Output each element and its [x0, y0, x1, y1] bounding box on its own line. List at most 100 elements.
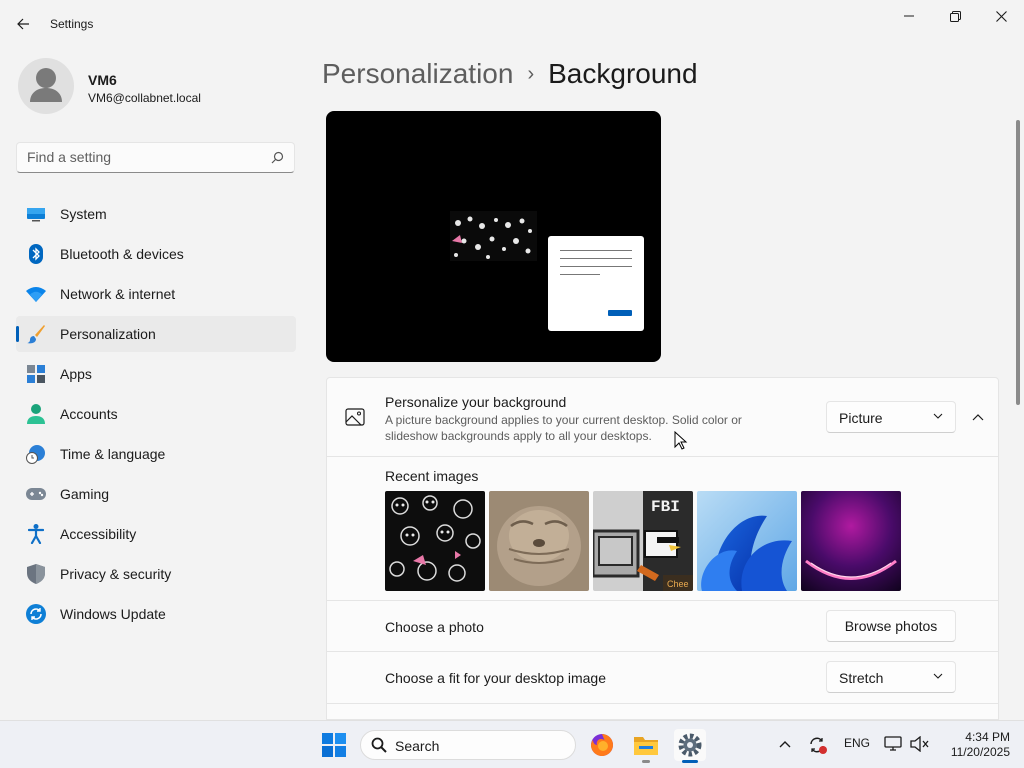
wallpaper-preview: [450, 211, 537, 261]
recent-image-5[interactable]: [801, 491, 901, 591]
start-button[interactable]: [318, 729, 350, 761]
sidebar-item-windows-update[interactable]: Windows Update: [16, 596, 296, 632]
sidebar-item-privacy-security[interactable]: Privacy & security: [16, 556, 296, 592]
sidebar-item-gaming[interactable]: Gaming: [16, 476, 296, 512]
recent-image-4[interactable]: [697, 491, 797, 591]
system-icon: [26, 204, 46, 224]
sidebar-item-time-language[interactable]: Time & language: [16, 436, 296, 472]
bluetooth-icon: [26, 244, 46, 264]
windows-logo-icon: [322, 733, 346, 757]
user-email: VM6@collabnet.local: [88, 91, 201, 105]
recent-images-section: Recent images FBI Chee: [326, 457, 999, 601]
sidebar-item-label: Apps: [60, 366, 92, 382]
sidebar-item-label: Accounts: [60, 406, 118, 422]
recent-image-3[interactable]: FBI Chee: [593, 491, 693, 591]
search-input[interactable]: [27, 149, 267, 165]
restore-button[interactable]: [932, 0, 978, 32]
scrollbar-thumb[interactable]: [1016, 120, 1020, 405]
picture-icon: [345, 408, 365, 426]
gamepad-icon: [26, 484, 46, 504]
desktop-preview: [326, 111, 661, 362]
shield-icon: [26, 564, 46, 584]
brush-icon: [26, 324, 46, 344]
chevron-down-icon: [933, 413, 943, 419]
recent-image-2[interactable]: [489, 491, 589, 591]
fit-value: Stretch: [839, 670, 884, 686]
sidebar-item-personalization[interactable]: Personalization: [16, 316, 296, 352]
sidebar-item-label: System: [60, 206, 107, 222]
sidebar-item-bluetooth[interactable]: Bluetooth & devices: [16, 236, 296, 272]
sidebar-item-label: Privacy & security: [60, 566, 172, 582]
svg-text:Chee: Chee: [667, 579, 689, 589]
choose-photo-label: Choose a photo: [385, 619, 484, 635]
clock[interactable]: 4:34 PM 11/20/2025: [936, 730, 1010, 760]
sidebar-item-label: Network & internet: [60, 286, 176, 302]
sidebar-item-label: Accessibility: [60, 526, 137, 542]
svg-text:FBI: FBI: [651, 498, 680, 516]
personalize-background-title: Personalize your background: [385, 394, 567, 410]
back-button[interactable]: [8, 10, 38, 38]
choose-fit-row: Choose a fit for your desktop image Stre…: [326, 652, 999, 704]
preview-window: [548, 236, 644, 331]
update-icon: [26, 604, 46, 624]
gear-icon: [678, 733, 702, 757]
background-type-dropdown[interactable]: Picture: [826, 401, 956, 433]
sidebar-item-system[interactable]: System: [16, 196, 296, 232]
recent-images-label: Recent images: [385, 468, 479, 484]
wifi-icon: [26, 284, 46, 304]
background-type-value: Picture: [839, 410, 883, 426]
chevron-up-icon: [972, 413, 984, 420]
choose-fit-label: Choose a fit for your desktop image: [385, 670, 607, 686]
sidebar-item-accessibility[interactable]: Accessibility: [16, 516, 296, 552]
restore-icon: [949, 10, 961, 22]
sidebar-item-label: Time & language: [60, 446, 166, 462]
folder-icon: [634, 737, 658, 755]
apps-icon: [26, 364, 46, 384]
user-name: VM6: [88, 72, 117, 88]
recent-image-1[interactable]: [385, 491, 485, 591]
sidebar-item-network[interactable]: Network & internet: [16, 276, 296, 312]
sidebar-item-label: Bluetooth & devices: [60, 246, 184, 262]
file-explorer-taskbar-button[interactable]: [630, 729, 662, 763]
sidebar-nav: System Bluetooth & devices Network & int…: [16, 196, 296, 636]
language-indicator[interactable]: ENG: [844, 736, 870, 750]
clock-time: 4:34 PM: [965, 730, 1010, 744]
app-title: Settings: [50, 17, 94, 31]
clock-date: 11/20/2025: [950, 745, 1010, 759]
minimize-icon: [904, 15, 914, 17]
firefox-taskbar-button[interactable]: [586, 729, 618, 761]
search-icon: [371, 737, 387, 753]
title-bar: Settings: [0, 0, 1024, 48]
choose-photo-row: Choose a photo Browse photos: [326, 601, 999, 652]
close-icon: [995, 10, 1007, 22]
sync-alert-icon[interactable]: [808, 735, 828, 755]
minimize-button[interactable]: [886, 0, 932, 32]
search-icon: [271, 151, 284, 164]
breadcrumb-parent[interactable]: Personalization: [322, 58, 513, 90]
chevron-up-icon[interactable]: [779, 740, 791, 748]
sidebar-item-apps[interactable]: Apps: [16, 356, 296, 392]
sidebar-item-label: Gaming: [60, 486, 110, 502]
collapse-button[interactable]: [966, 404, 990, 430]
breadcrumb: Personalization › Background: [322, 58, 698, 90]
network-icon[interactable]: [884, 736, 902, 752]
taskbar: Search ENG 4:34 PM 11/20/2025: [0, 720, 1024, 768]
clock-globe-icon: [26, 444, 46, 464]
volume-muted-icon[interactable]: [910, 736, 930, 752]
recent-images-list: FBI Chee: [385, 491, 901, 591]
next-setting-row: [326, 704, 999, 720]
find-setting-search[interactable]: [16, 142, 295, 173]
sidebar-item-accounts[interactable]: Accounts: [16, 396, 296, 432]
taskbar-search[interactable]: Search: [360, 730, 576, 760]
close-button[interactable]: [978, 0, 1024, 32]
fit-dropdown[interactable]: Stretch: [826, 661, 956, 693]
chevron-down-icon: [933, 673, 943, 679]
settings-taskbar-button[interactable]: [674, 729, 706, 763]
page-title: Background: [548, 58, 698, 89]
browse-photos-button[interactable]: Browse photos: [826, 610, 956, 642]
personalize-background-description: A picture background applies to your cur…: [385, 413, 742, 443]
sidebar-item-label: Personalization: [60, 326, 156, 342]
person-icon: [30, 68, 62, 102]
accessibility-icon: [26, 524, 46, 544]
avatar[interactable]: [18, 58, 74, 114]
